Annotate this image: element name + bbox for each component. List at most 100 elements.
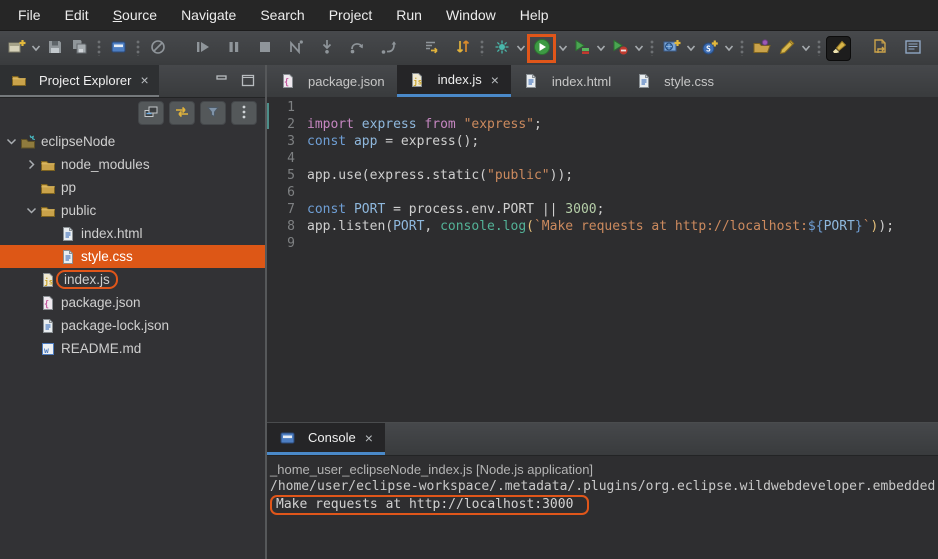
css-file-icon bbox=[59, 249, 76, 265]
terminate-button[interactable] bbox=[252, 36, 277, 61]
tree-item-eclipsenode[interactable]: eclipseNode bbox=[0, 130, 265, 153]
annotate-button[interactable] bbox=[774, 36, 799, 61]
expander-right-icon[interactable] bbox=[24, 157, 39, 172]
skip-all-breakpoints-button[interactable] bbox=[145, 36, 170, 61]
close-console-icon[interactable]: × bbox=[365, 430, 373, 446]
perspective-editor-button[interactable] bbox=[867, 36, 892, 61]
save-all-button[interactable] bbox=[67, 36, 92, 61]
dropdown-chevron-icon[interactable] bbox=[556, 36, 569, 61]
dropdown-chevron-icon[interactable] bbox=[799, 36, 812, 61]
console-line-title: _home_user_eclipseNode_index.js [Node.js… bbox=[270, 461, 936, 478]
editor-tab-index-js[interactable]: jsindex.js× bbox=[397, 65, 511, 97]
profile-button[interactable] bbox=[607, 36, 632, 61]
editor-area: {package.jsonjsindex.js×index.htmlstyle.… bbox=[267, 65, 938, 559]
expander-down-icon[interactable] bbox=[4, 134, 19, 149]
expander-down-icon[interactable] bbox=[24, 203, 39, 218]
tree-item-node-modules[interactable]: node_modules bbox=[0, 153, 265, 176]
console-tab-label: Console bbox=[308, 430, 356, 445]
tree-item-index-html[interactable]: index.html bbox=[0, 222, 265, 245]
dropdown-chevron-icon[interactable] bbox=[514, 36, 527, 61]
menu-run[interactable]: Run bbox=[384, 2, 434, 28]
run-button[interactable] bbox=[527, 34, 556, 63]
editor-tab-package-json[interactable]: {package.json bbox=[267, 65, 397, 97]
link-with-editor-button[interactable] bbox=[169, 101, 195, 125]
dropdown-chevron-icon[interactable] bbox=[632, 36, 645, 61]
view-window-buttons bbox=[211, 65, 265, 97]
tree-item-readme-md[interactable]: wREADME.md bbox=[0, 337, 265, 360]
menu-file[interactable]: File bbox=[6, 2, 53, 28]
close-view-icon[interactable]: × bbox=[140, 72, 148, 88]
line-number: 9 bbox=[267, 235, 295, 252]
link-with-editor-icon bbox=[173, 103, 191, 124]
menu-navigate[interactable]: Navigate bbox=[169, 2, 248, 28]
editor-tab-label: package.json bbox=[308, 74, 385, 89]
code-text: app.listen(PORT, console.log(`Make reque… bbox=[307, 218, 894, 235]
svg-text:S: S bbox=[706, 44, 711, 53]
menu-source[interactable]: Source bbox=[101, 2, 169, 28]
menu-window[interactable]: Window bbox=[434, 2, 508, 28]
svg-text:js: js bbox=[44, 277, 53, 286]
step-return-button[interactable] bbox=[376, 36, 401, 61]
close-tab-icon[interactable]: × bbox=[491, 72, 499, 88]
collapse-all-button[interactable] bbox=[138, 101, 164, 125]
maximize-view-button[interactable] bbox=[237, 71, 259, 91]
highlighter-icon bbox=[829, 37, 849, 60]
editor-tab-style-css[interactable]: style.css bbox=[623, 65, 726, 97]
js-file-icon: js bbox=[409, 72, 426, 88]
profile-icon bbox=[610, 37, 630, 60]
console-output[interactable]: _home_user_eclipseNode_index.js [Node.js… bbox=[267, 456, 938, 515]
new-web-wizard-button[interactable] bbox=[659, 36, 684, 61]
pane-splitter[interactable] bbox=[265, 65, 267, 559]
suspend-button[interactable] bbox=[221, 36, 246, 61]
new-server-icon: S bbox=[700, 37, 720, 60]
tree-item-style-css[interactable]: style.css bbox=[0, 245, 265, 268]
open-console-button[interactable] bbox=[106, 36, 131, 61]
console-view-icon bbox=[109, 37, 129, 60]
new-wizard-button[interactable] bbox=[4, 36, 29, 61]
pen-icon bbox=[777, 37, 797, 60]
code-editor[interactable]: 12import express from "express";3const a… bbox=[267, 97, 938, 424]
menu-edit[interactable]: Edit bbox=[53, 2, 101, 28]
svg-text:js: js bbox=[413, 77, 422, 86]
perspective-console-button[interactable] bbox=[900, 36, 925, 61]
use-step-filters-button[interactable] bbox=[419, 36, 444, 61]
view-menu-button[interactable] bbox=[231, 101, 257, 125]
filter-button[interactable] bbox=[200, 101, 226, 125]
highlighter-button[interactable] bbox=[826, 36, 851, 61]
expander-spacer bbox=[24, 295, 39, 310]
editor-tab-index-html[interactable]: index.html bbox=[511, 65, 623, 97]
tab-project-explorer[interactable]: Project Explorer × bbox=[0, 65, 159, 97]
tree-item-package-lock-json[interactable]: package-lock.json bbox=[0, 314, 265, 337]
explorer-tabbar: Project Explorer × bbox=[0, 65, 265, 98]
menubar: FileEditSourceNavigateSearchProjectRunWi… bbox=[0, 0, 938, 31]
tree-item-label: package-lock.json bbox=[61, 318, 169, 333]
dropdown-chevron-icon[interactable] bbox=[684, 36, 697, 61]
coverage-button[interactable] bbox=[569, 36, 594, 61]
minimize-view-button[interactable] bbox=[211, 71, 233, 91]
code-text: app.use(express.static("public")); bbox=[307, 167, 573, 184]
menu-project[interactable]: Project bbox=[317, 2, 385, 28]
link-arrows-button[interactable] bbox=[450, 36, 475, 61]
tree-item-public[interactable]: public bbox=[0, 199, 265, 222]
dropdown-chevron-icon[interactable] bbox=[594, 36, 607, 61]
tree-item-pp[interactable]: pp bbox=[0, 176, 265, 199]
new-server-button[interactable]: S bbox=[697, 36, 722, 61]
tab-console[interactable]: Console × bbox=[267, 423, 385, 455]
step-into-button[interactable] bbox=[314, 36, 339, 61]
tree-item-index-js[interactable]: jsindex.js bbox=[0, 268, 265, 291]
menu-help[interactable]: Help bbox=[508, 2, 561, 28]
dropdown-chevron-icon[interactable] bbox=[722, 36, 735, 61]
step-over-button[interactable] bbox=[345, 36, 370, 61]
launch-button[interactable] bbox=[489, 36, 514, 61]
menu-search[interactable]: Search bbox=[248, 2, 316, 28]
save-all-icon bbox=[70, 37, 90, 60]
open-task-button[interactable] bbox=[749, 36, 774, 61]
resume-button[interactable] bbox=[190, 36, 215, 61]
dropdown-chevron-icon[interactable] bbox=[29, 36, 42, 61]
code-line: 5app.use(express.static("public")); bbox=[267, 167, 938, 184]
skip-breakpoints-icon bbox=[148, 37, 168, 60]
tree-item-package-json[interactable]: {package.json bbox=[0, 291, 265, 314]
disconnect-button[interactable] bbox=[283, 36, 308, 61]
save-button[interactable] bbox=[42, 36, 67, 61]
line-number: 3 bbox=[267, 133, 295, 150]
